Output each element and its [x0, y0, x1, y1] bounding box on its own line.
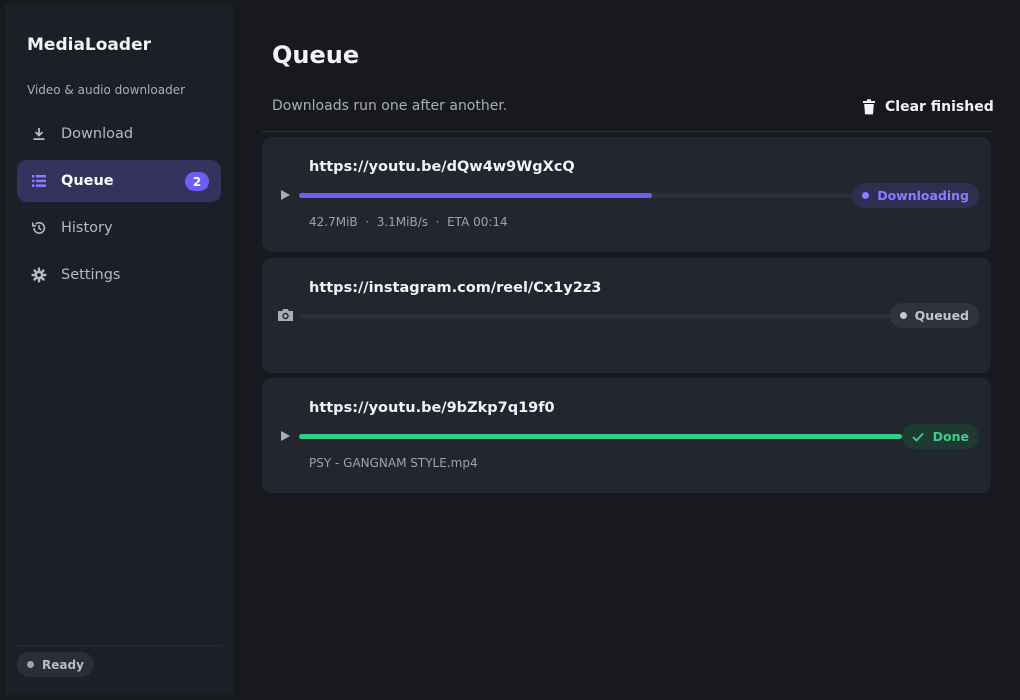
app-title: MediaLoader [27, 35, 151, 55]
sidebar-divider [17, 645, 221, 646]
sidebar-item-history[interactable]: History [17, 207, 221, 249]
sidebar: MediaLoader Video & audio downloader Dow… [5, 5, 233, 695]
status-dot [899, 312, 907, 319]
sidebar-item-label: Download [61, 126, 134, 142]
status-dot [27, 661, 34, 668]
page-title: Queue [272, 41, 360, 69]
history-icon [31, 220, 47, 236]
page-subtitle: Downloads run one after another. [272, 98, 508, 114]
item-url: https://youtu.be/9bZkp7q19f0 [309, 400, 555, 416]
gear-icon [31, 267, 47, 283]
clear-finished-label: Clear finished [885, 99, 994, 115]
status-label: Downloading [877, 188, 969, 203]
list-icon [31, 173, 47, 189]
sidebar-item-label: History [61, 220, 113, 236]
header-divider [262, 131, 991, 132]
sidebar-item-download[interactable]: Download [17, 113, 221, 155]
play-icon [276, 427, 294, 445]
status-label: Ready [42, 657, 84, 672]
progress-fill [299, 434, 902, 439]
sidebar-item-label: Settings [61, 267, 121, 283]
progress-track [299, 193, 859, 198]
status-label: Done [932, 429, 969, 444]
sidebar-item-label: Queue [61, 173, 114, 189]
status-dot [862, 192, 870, 199]
item-meta: 42.7MiB · 3.1MiB/s · ETA 00:14 [309, 215, 508, 229]
status-badge: Ready [17, 652, 94, 677]
item-filename: PSY - GANGNAM STYLE.mp4 [309, 456, 478, 470]
status-badge: Done [901, 424, 979, 449]
status-label: Queued [914, 308, 969, 323]
queue-item[interactable]: https://instagram.com/reel/Cx1y2z3 Queue… [262, 258, 991, 373]
item-url: https://youtu.be/dQw4w9WgXcQ [309, 159, 575, 175]
status-badge: Queued [889, 303, 979, 328]
check-icon [912, 432, 924, 442]
camera-icon [276, 306, 294, 324]
play-icon [276, 186, 294, 204]
progress-fill [299, 193, 652, 198]
sidebar-item-settings[interactable]: Settings [17, 254, 221, 296]
queue-item[interactable]: https://youtu.be/dQw4w9WgXcQ Downloading… [262, 137, 991, 252]
progress-track [299, 434, 902, 439]
queue-count-badge: 2 [185, 172, 209, 191]
sidebar-item-queue[interactable]: Queue 2 [17, 160, 221, 202]
progress-track [299, 314, 891, 319]
clear-finished-button[interactable]: Clear finished [862, 96, 994, 118]
app-subtitle: Video & audio downloader [27, 83, 186, 97]
status-badge: Downloading [852, 183, 979, 208]
download-icon [31, 126, 47, 142]
queue-item[interactable]: https://youtu.be/9bZkp7q19f0 Done PSY - … [262, 378, 991, 493]
trash-icon [862, 99, 876, 115]
item-url: https://instagram.com/reel/Cx1y2z3 [309, 280, 602, 296]
